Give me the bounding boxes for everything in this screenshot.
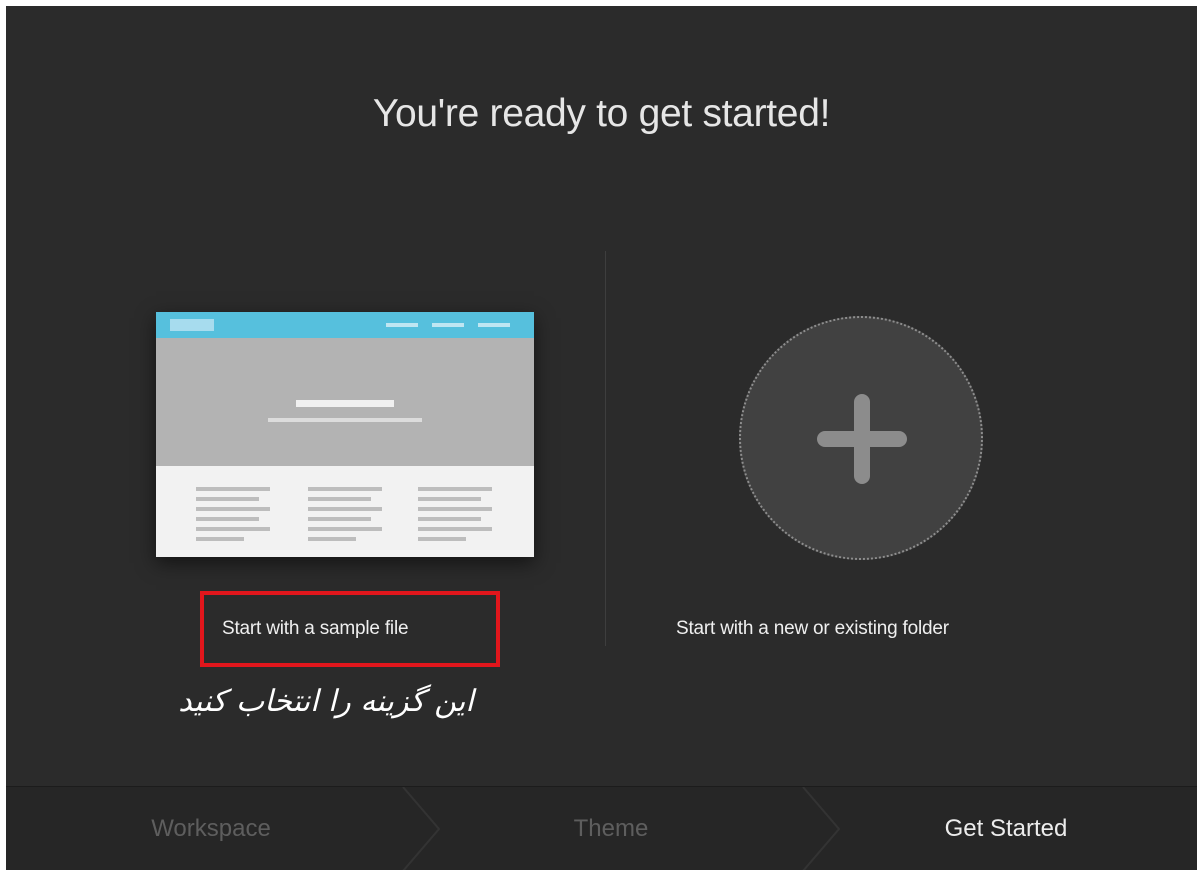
thumbnail-nav-item [478, 323, 510, 327]
page-title: You're ready to get started! [372, 92, 831, 135]
annotation-text: این گزینه را انتخاب کنید [178, 684, 474, 719]
thumbnail-column [308, 487, 382, 547]
plus-icon [854, 394, 870, 484]
thumbnail-hero-subtitle [268, 418, 422, 422]
thumbnail-header [156, 312, 534, 338]
sample-file-thumbnail[interactable] [156, 312, 534, 557]
step-theme[interactable]: Theme [426, 787, 796, 870]
step-get-started[interactable]: Get Started [841, 787, 1171, 870]
new-folder-label[interactable]: Start with a new or existing folder [676, 618, 949, 640]
thumbnail-hero-title [296, 400, 394, 407]
thumbnail-column [418, 487, 492, 547]
step-workspace[interactable]: Workspace [6, 787, 416, 870]
thumbnail-nav-item [432, 323, 464, 327]
thumbnail-nav-item [386, 323, 418, 327]
steps-bar: Workspace Theme Get Started [6, 786, 1197, 870]
step-separator [802, 787, 841, 870]
thumbnail-logo [170, 319, 214, 331]
new-folder-button[interactable] [739, 316, 983, 560]
options-divider [605, 251, 606, 646]
thumbnail-hero [156, 338, 534, 466]
thumbnail-column [196, 487, 270, 547]
setup-window: You're ready to get started! Start with … [6, 6, 1197, 870]
sample-file-label[interactable]: Start with a sample file [222, 618, 409, 640]
